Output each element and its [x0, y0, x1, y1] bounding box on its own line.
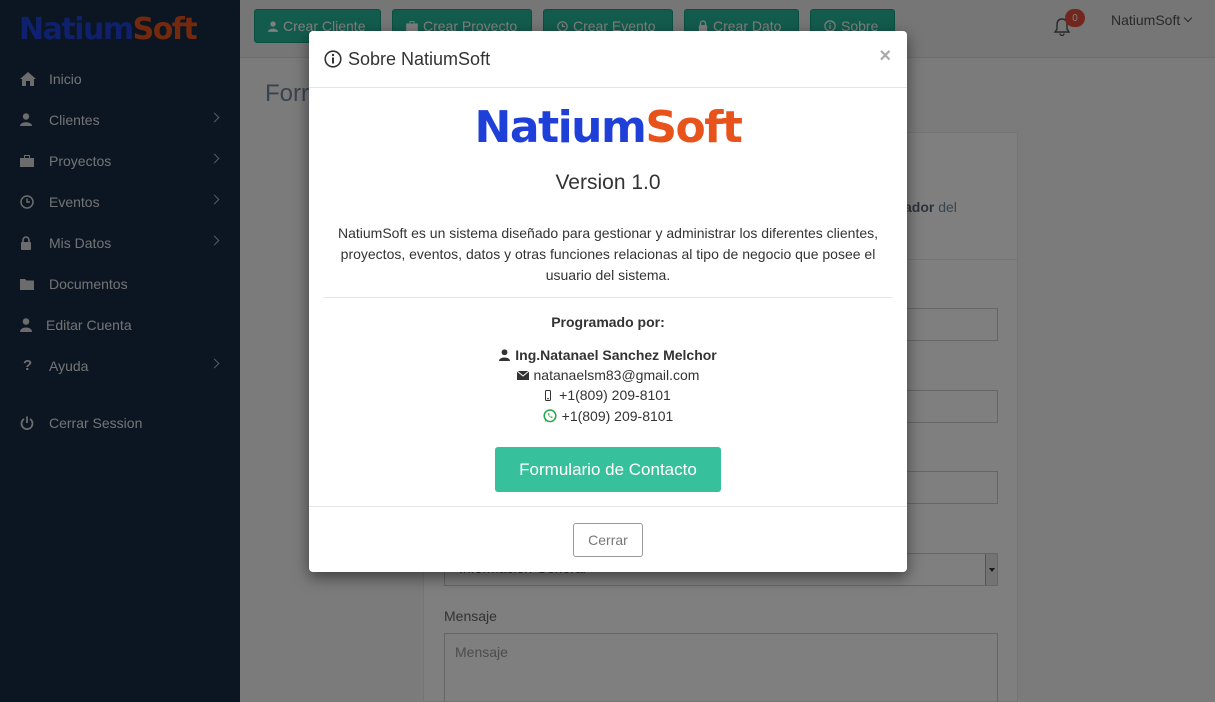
modal-footer: Cerrar [309, 506, 907, 572]
author-row: Ing.Natanael Sanchez Melchor [309, 347, 907, 363]
whatsapp-row: +1(809) 209-8101 [309, 408, 907, 424]
programmed-by-title: Programado por: [551, 314, 665, 330]
divider [323, 297, 893, 298]
email-text: natanaelsm83@gmail.com [533, 367, 700, 383]
logo-part2: Soft [645, 102, 743, 153]
contact-form-button[interactable]: Formulario de Contacto [495, 447, 721, 492]
description-text: NatiumSoft es un sistema diseñado para g… [337, 225, 879, 283]
version-text: Version 1.0 [555, 171, 661, 194]
phone-text: +1(809) 209-8101 [559, 387, 671, 403]
modal-logo: NatiumSoft [309, 103, 907, 153]
modal-header: Sobre NatiumSoft × [309, 31, 907, 88]
close-button[interactable]: Cerrar [573, 523, 643, 557]
close-icon[interactable]: × [879, 45, 891, 68]
info-icon [324, 50, 342, 68]
modal-title-text: Sobre NatiumSoft [348, 48, 491, 69]
logo-part1: Natium [474, 102, 647, 153]
email-row: natanaelsm83@gmail.com [309, 367, 907, 383]
author-name: Ing.Natanael Sanchez Melchor [515, 347, 717, 363]
user-icon [499, 349, 511, 361]
phone-icon [545, 389, 552, 401]
modal-body: NatiumSoft Version 1.0 NatiumSoft es un … [309, 88, 907, 506]
about-modal: Sobre NatiumSoft × NatiumSoft Version 1.… [309, 31, 907, 572]
whatsapp-text: +1(809) 209-8101 [561, 408, 674, 424]
modal-title: Sobre NatiumSoft [324, 49, 490, 70]
whatsapp-icon [543, 409, 557, 423]
envelope-icon [516, 370, 529, 380]
phone-row: +1(809) 209-8101 [309, 387, 907, 403]
